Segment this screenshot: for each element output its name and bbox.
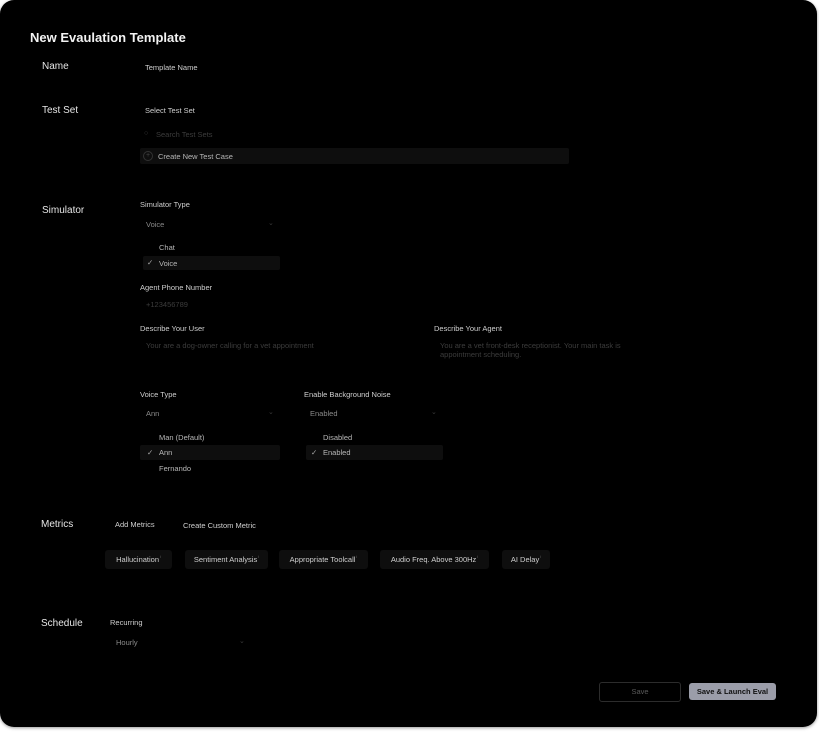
chevron-down-icon: ⌄ xyxy=(268,220,274,227)
simulator-type-select[interactable]: Voice xyxy=(146,221,164,229)
agent-phone-input[interactable]: +123456789 xyxy=(146,301,188,309)
simulator-type-label: Simulator Type xyxy=(140,200,190,209)
metric-chip-label: AI Delay xyxy=(510,555,540,564)
recurring-select[interactable]: Hourly xyxy=(116,639,138,647)
section-simulator-label: Simulator xyxy=(42,205,85,216)
recurring-label: Recurring xyxy=(110,618,143,627)
voice-type-select[interactable]: Ann xyxy=(146,410,159,418)
option-enabled-label: Enabled xyxy=(323,448,351,457)
metric-chip-label: Audio Freq. Above 300Hz xyxy=(390,555,477,564)
section-test-set-label: Test Set xyxy=(42,105,79,116)
check-icon: ✓ xyxy=(147,448,154,457)
info-icon: i xyxy=(356,554,358,559)
background-noise-label: Enable Background Noise xyxy=(304,390,391,399)
describe-user-input[interactable]: Your are a dog-owner calling for a vet a… xyxy=(146,342,314,350)
voice-type-label: Voice Type xyxy=(140,390,177,399)
option-ann[interactable]: ✓ Ann xyxy=(140,445,280,460)
option-fernando[interactable]: Fernando xyxy=(159,465,191,473)
save-button[interactable]: Save xyxy=(599,682,681,702)
option-ann-label: Ann xyxy=(159,448,173,457)
metric-chip-audio-freq[interactable]: Audio Freq. Above 300Hzi xyxy=(380,550,489,569)
metric-chip-label: Appropriate Toolcall xyxy=(289,555,356,564)
metric-chip-sentiment-analysis[interactable]: Sentiment Analysisi xyxy=(185,550,268,569)
metric-chip-ai-delay[interactable]: AI Delayi xyxy=(502,550,550,569)
section-schedule-label: Schedule xyxy=(41,618,83,629)
select-test-set-dropdown[interactable]: Select Test Set xyxy=(145,107,195,115)
describe-user-label: Describe Your User xyxy=(140,324,205,333)
info-icon: i xyxy=(160,554,161,559)
add-metrics-button[interactable]: Add Metrics xyxy=(115,521,155,529)
save-and-launch-button[interactable]: Save & Launch Eval xyxy=(689,683,776,700)
describe-agent-line-1: You are a vet front-desk receptionist. Y… xyxy=(440,341,621,350)
search-icon: ○ xyxy=(144,130,149,137)
chevron-down-icon: ⌄ xyxy=(239,638,245,645)
create-new-test-case-button[interactable]: + Create New Test Case xyxy=(140,148,569,164)
info-icon: i xyxy=(540,554,542,559)
background-noise-select[interactable]: Enabled xyxy=(310,410,338,418)
check-icon: ✓ xyxy=(311,448,318,457)
info-icon: i xyxy=(258,554,260,559)
plus-circle-icon: + xyxy=(143,151,153,161)
chevron-down-icon: ⌄ xyxy=(431,409,437,416)
option-voice[interactable]: ✓ Voice xyxy=(143,256,280,270)
chevron-down-icon: ⌄ xyxy=(268,409,274,416)
info-icon: i xyxy=(477,554,479,559)
create-custom-metric-button[interactable]: Create Custom Metric xyxy=(183,522,256,530)
option-enabled[interactable]: ✓ Enabled xyxy=(306,445,443,460)
agent-phone-label: Agent Phone Number xyxy=(140,283,213,292)
section-metrics-label: Metrics xyxy=(41,519,74,530)
create-new-test-case-label: Create New Test Case xyxy=(158,152,233,161)
option-chat[interactable]: Chat xyxy=(159,244,175,252)
search-test-sets-input[interactable]: Search Test Sets xyxy=(156,131,213,139)
option-disabled[interactable]: Disabled xyxy=(323,434,352,442)
option-voice-label: Voice xyxy=(159,259,178,268)
page-title: New Evaulation Template xyxy=(30,30,186,45)
check-icon: ✓ xyxy=(147,258,154,267)
metric-chip-hallucination[interactable]: Hallucinationi xyxy=(105,550,172,569)
describe-agent-label: Describe Your Agent xyxy=(434,324,502,333)
describe-agent-line-2: appointment scheduling. xyxy=(440,350,522,359)
modal-panel: New Evaulation Template Name Template Na… xyxy=(0,0,817,727)
metric-chip-appropriate-toolcall[interactable]: Appropriate Toolcalli xyxy=(279,550,368,569)
template-name-input[interactable]: Template Name xyxy=(145,64,198,72)
option-man-default[interactable]: Man (Default) xyxy=(159,434,204,442)
metric-chip-label: Hallucination xyxy=(116,555,160,564)
section-name-label: Name xyxy=(42,61,69,72)
metric-chip-label: Sentiment Analysis xyxy=(193,555,258,564)
